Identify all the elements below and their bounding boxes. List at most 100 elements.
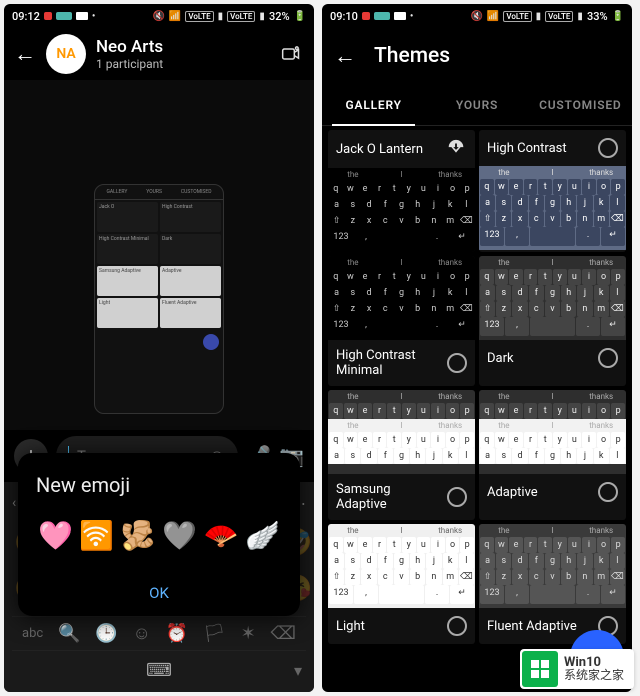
theme-name: Jack O Lantern	[336, 142, 423, 157]
hide-keyboard-icon[interactable]: ▾	[294, 661, 302, 680]
smileys-tab-icon[interactable]: ☺	[132, 623, 150, 644]
emoji[interactable]: 🪽	[245, 519, 280, 552]
back-icon[interactable]: ←	[334, 43, 356, 69]
emoji[interactable]: 🩷	[38, 519, 73, 552]
theme-name: Adaptive	[487, 485, 538, 500]
new-emoji-list: 🩷 🛜 🫚 🩶 🪭 🪽	[36, 519, 282, 574]
mini-cell: Samsung Adaptive	[97, 266, 158, 296]
signal2-icon: ▮	[259, 11, 265, 22]
mini-cell: Dark	[160, 234, 221, 264]
theme-item[interactable]: theIthanksqwertyuiopasdfghjkl⇧zxcvbnm⌫12…	[479, 256, 626, 386]
download-icon[interactable]	[445, 138, 467, 160]
chat-body: GALLERY YOURS CUSTOMISED Jack O High Con…	[4, 80, 314, 430]
watermark-line2: 系统家之家	[564, 669, 624, 682]
mini-tab: CUSTOMISED	[181, 189, 212, 195]
signal1-icon: ▮	[536, 11, 542, 22]
left-screenshot: 09:12 • 🔇 📶 VoLTE ▮ VoLTE ▮ 32% 🔋 ← NA	[4, 4, 314, 692]
chat-subtitle: 1 participant	[96, 57, 268, 71]
theme-radio[interactable]	[598, 348, 618, 368]
emoji[interactable]: 🛜	[79, 519, 114, 552]
volte1-icon: VoLTE	[185, 11, 213, 22]
theme-radio[interactable]	[447, 616, 467, 636]
mini-send-icon	[203, 334, 219, 350]
battery-pct: 32%	[269, 10, 290, 23]
rec-icon	[362, 12, 370, 20]
symbols-tab-icon[interactable]: ✶	[241, 623, 256, 644]
themes-list[interactable]: Jack O Lantern theIthanksqwertyuiopasdfgh…	[322, 126, 632, 692]
battery-pct: 33%	[587, 10, 608, 23]
tab-customised[interactable]: CUSTOMISED	[529, 84, 632, 125]
mini-cell: Adaptive	[160, 266, 221, 296]
emoji[interactable]: 🫚	[121, 519, 156, 552]
theme-item[interactable]: Jack O LanterntheIthanksqwertyuiopasdfgh…	[328, 130, 475, 252]
chat-title: Neo Arts	[96, 37, 268, 57]
recent-tab-icon[interactable]: 🕒	[95, 623, 117, 644]
theme-item[interactable]: theIthanksqwertyuiopasdfghjkl⇧zxcvbnm⌫12…	[479, 524, 626, 644]
youtube-icon	[394, 12, 406, 20]
theme-name: High Contrast Minimal	[336, 348, 436, 378]
theme-item[interactable]: High ContrasttheIthanksqwertyuiopasdfghj…	[479, 130, 626, 252]
theme-item[interactable]: theIthanksqwertyuiopasdfghjkl⇧zxcvbnm⌫12…	[328, 256, 475, 386]
avatar[interactable]: NA	[46, 34, 86, 74]
windows-icon	[522, 651, 558, 687]
abc-keyboard-button[interactable]: abc	[22, 626, 43, 641]
avatar-initials: NA	[56, 46, 75, 62]
theme-radio[interactable]	[598, 138, 618, 158]
status-time: 09:12	[12, 10, 40, 23]
youtube-icon	[76, 12, 88, 20]
status-bar: 09:10 • 🔇 📶 VoLTE ▮ VoLTE ▮ 33% 🔋	[322, 4, 632, 28]
theme-name: High Contrast	[487, 141, 567, 156]
more-notif-icon: •	[410, 11, 414, 22]
dialog-ok-button[interactable]: OK	[36, 574, 282, 608]
dialog-title: New emoji	[36, 473, 282, 497]
sent-image-thumbnail[interactable]: GALLERY YOURS CUSTOMISED Jack O High Con…	[94, 184, 224, 414]
mini-tab: YOURS	[146, 189, 162, 195]
emoji[interactable]: 🩶	[162, 519, 197, 552]
video-call-icon[interactable]	[278, 44, 304, 64]
app-badge-icon	[56, 12, 72, 20]
status-time: 09:10	[330, 10, 358, 23]
mini-cell: Fluent Adaptive	[160, 298, 221, 328]
page-title: Themes	[374, 44, 450, 68]
themes-header: ← Themes	[322, 28, 632, 84]
theme-radio[interactable]	[447, 487, 467, 507]
mute-icon: 🔇	[152, 11, 164, 22]
emoji-panel: ‹ 🔍 Search emojis 🙂 GIF ⋯ 😊 🥰 😂 😐 😄 😆 🤣 …	[4, 482, 314, 692]
volte1-icon: VoLTE	[503, 11, 531, 22]
more-notif-icon: •	[92, 11, 96, 22]
emoji[interactable]: 🪭	[204, 519, 239, 552]
wifi-icon: 📶	[487, 11, 499, 22]
theme-radio[interactable]	[447, 353, 467, 373]
flag-tab-icon[interactable]: 🏳	[203, 623, 226, 644]
new-emoji-dialog: New emoji 🩷 🛜 🫚 🩶 🪭 🪽 OK	[18, 453, 300, 616]
signal1-icon: ▮	[218, 11, 224, 22]
mini-cell: High Contrast	[160, 202, 221, 232]
theme-radio[interactable]	[598, 482, 618, 502]
theme-tabs: GALLERY YOURS CUSTOMISED	[322, 84, 632, 126]
backspace-icon[interactable]: ⌫	[270, 623, 295, 644]
theme-name: Dark	[487, 351, 514, 366]
emoji-category-tabs: abc 🔍 🕒 ☺ ⏰ 🏳 ✶ ⌫	[12, 616, 306, 650]
keyboard-switch-icon[interactable]: ⌨	[146, 660, 172, 681]
rec-icon	[44, 12, 52, 20]
volte2-icon: VoLTE	[545, 11, 573, 22]
back-icon[interactable]: ←	[14, 41, 36, 67]
mini-cell: Light	[97, 298, 158, 328]
collapse-icon[interactable]: ‹	[12, 495, 16, 511]
mute-icon: 🔇	[470, 11, 482, 22]
search-tab-icon[interactable]: 🔍	[58, 623, 80, 644]
volte2-icon: VoLTE	[227, 11, 255, 22]
mini-cell: Jack O	[97, 202, 158, 232]
keyboard-switch-bar: ⌨ ▾	[12, 650, 306, 690]
tab-yours[interactable]: YOURS	[425, 84, 528, 125]
chat-title-block[interactable]: Neo Arts 1 participant	[96, 37, 268, 71]
theme-item[interactable]: theIthanksqwertyuiopasdfghjkl⇧zxcvbnm⌫12…	[328, 524, 475, 644]
theme-name: Fluent Adaptive	[487, 619, 577, 634]
theme-item[interactable]: theIthanksqwertyuioptheIthanksqwertyuiop…	[479, 390, 626, 520]
tab-gallery[interactable]: GALLERY	[322, 84, 425, 125]
clock-tab-icon[interactable]: ⏰	[166, 623, 188, 644]
signal2-icon: ▮	[577, 11, 583, 22]
theme-name: Light	[336, 619, 365, 634]
chat-header: ← NA Neo Arts 1 participant	[4, 28, 314, 80]
theme-item[interactable]: theIthanksqwertyuioptheIthanksqwertyuiop…	[328, 390, 475, 520]
